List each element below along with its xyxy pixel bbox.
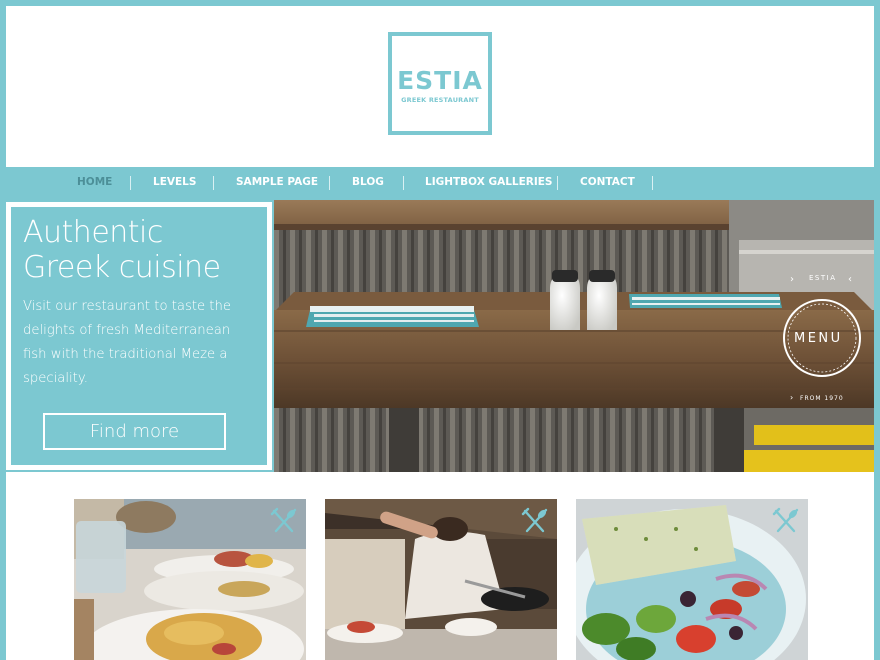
nav-item-contact[interactable]: CONTACT <box>580 167 635 200</box>
main-nav: HOME LEVELS SAMPLE PAGE BLOG LIGHTBOX GA… <box>0 167 880 200</box>
hero-title: Authentic Greek cuisine <box>23 215 263 285</box>
featured-card-1[interactable] <box>74 499 306 660</box>
nav-separator <box>329 176 330 190</box>
find-more-button[interactable]: Find more <box>43 413 226 450</box>
nav-separator <box>213 176 214 190</box>
fork-knife-icon <box>270 507 297 533</box>
featured-section <box>6 472 874 660</box>
hero-description: Visit our restaurant to taste the deligh… <box>23 299 231 386</box>
hero-title-line2: Greek cuisine <box>23 250 221 285</box>
nav-item-lightbox-galleries[interactable]: LIGHTBOX GALLERIES <box>425 167 553 200</box>
site-logo[interactable]: ESTIA GREEK RESTAURANT <box>388 32 492 135</box>
page-frame: ESTIA GREEK RESTAURANT HOME LEVELS SAMPL… <box>0 0 880 660</box>
promo-panel: Authentic Greek cuisine Visit our restau… <box>11 207 267 465</box>
fork-knife-icon <box>772 507 799 533</box>
logo-subtitle: GREEK RESTAURANT <box>401 95 479 104</box>
menu-sign-top: ESTIA <box>809 274 837 282</box>
site-header: ESTIA GREEK RESTAURANT <box>6 6 874 167</box>
nav-separator <box>557 176 558 190</box>
nav-separator <box>130 176 131 190</box>
sign-right-chevron: ‹ <box>848 274 852 285</box>
hero-photo-illustration: ESTIA › ‹ MENU FROM 1970 › <box>274 200 874 472</box>
hero-promo-box: Authentic Greek cuisine Visit our restau… <box>6 202 272 470</box>
nav-item-blog[interactable]: BLOG <box>352 167 384 200</box>
nav-item-sample-page[interactable]: SAMPLE PAGE <box>236 167 318 200</box>
sign-left-chevron: › <box>790 274 794 285</box>
menu-sign-center: MENU <box>794 331 843 346</box>
featured-card-2[interactable] <box>325 499 557 660</box>
hero-restaurant-photo: ESTIA › ‹ MENU FROM 1970 › <box>274 200 874 472</box>
sign-bottom-chevron: › <box>790 393 793 402</box>
featured-card-3[interactable] <box>576 499 808 660</box>
hero-section: ESTIA › ‹ MENU FROM 1970 › Authentic Gre… <box>6 200 874 472</box>
logo-title: ESTIA <box>397 65 483 95</box>
nav-separator <box>403 176 404 190</box>
hero-title-line1: Authentic <box>23 215 163 250</box>
fork-knife-icon <box>521 507 548 533</box>
menu-sign-bottom: FROM 1970 <box>800 395 844 402</box>
nav-item-levels[interactable]: LEVELS <box>153 167 196 200</box>
nav-item-home[interactable]: HOME <box>77 167 112 200</box>
nav-separator <box>652 176 653 190</box>
